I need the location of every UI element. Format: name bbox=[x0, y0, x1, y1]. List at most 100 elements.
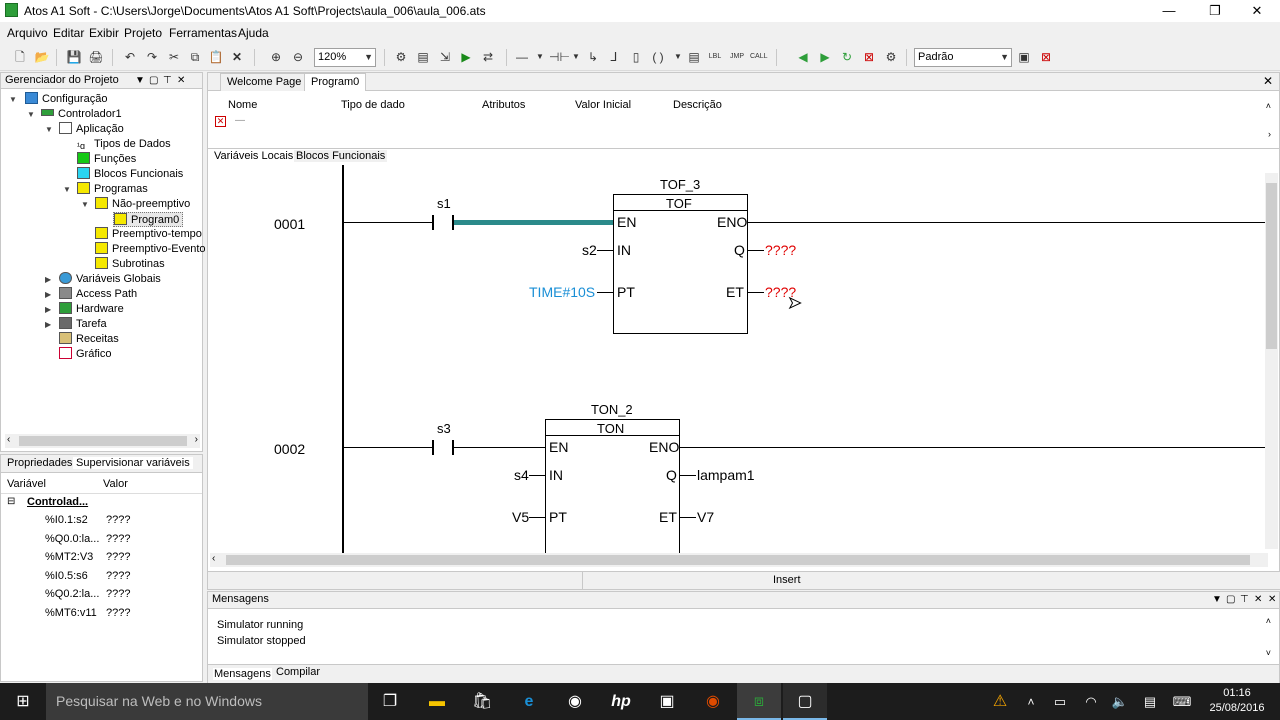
menu-editar[interactable]: Editar bbox=[53, 26, 84, 40]
output-var-q[interactable]: ???? bbox=[765, 242, 796, 258]
scroll-left-icon[interactable]: ‹ bbox=[7, 434, 10, 445]
block-instance-name[interactable]: TOF_3 bbox=[660, 177, 700, 192]
close-button[interactable]: ✕ bbox=[1234, 0, 1280, 22]
project-horizontal-scrollbar[interactable]: ‹ › bbox=[5, 434, 200, 448]
block-instance-name[interactable]: TON_2 bbox=[591, 402, 633, 417]
col-descricao[interactable]: Descrição bbox=[673, 99, 722, 111]
copy-icon[interactable]: ⧉ bbox=[187, 49, 203, 65]
run-icon[interactable]: ▶ bbox=[458, 49, 474, 65]
edge-icon[interactable]: e bbox=[519, 692, 539, 712]
menu-ajuda[interactable]: Ajuda bbox=[238, 26, 269, 40]
wire-dropdown-icon[interactable]: ▼ bbox=[532, 49, 548, 65]
minimize-button[interactable]: — bbox=[1146, 0, 1192, 22]
app-icon-generic[interactable]: ▣ bbox=[657, 692, 677, 712]
watch-variable[interactable]: %I0.5:s6 bbox=[45, 567, 88, 585]
tab-propriedades[interactable]: Propriedades bbox=[7, 457, 72, 469]
redo-icon[interactable]: ↷ bbox=[144, 49, 160, 65]
contact-label[interactable]: s3 bbox=[437, 421, 451, 436]
doc-close-icon[interactable]: ✕ bbox=[1263, 74, 1273, 88]
pane-close-icon[interactable]: ✕ bbox=[177, 73, 185, 88]
scroll-right-icon[interactable]: › bbox=[195, 434, 198, 445]
scroll-thumb[interactable] bbox=[19, 436, 187, 446]
tree-item-controlador1[interactable]: Controlador1 bbox=[41, 107, 122, 122]
contact-label[interactable]: s1 bbox=[437, 196, 451, 211]
label-icon[interactable]: LBL bbox=[707, 49, 723, 65]
tree-item-funcoes[interactable]: Funções bbox=[77, 152, 136, 167]
zoom-select[interactable]: 120% ▼ bbox=[314, 48, 376, 67]
tree-item-receitas[interactable]: Receitas bbox=[59, 332, 119, 347]
input-var-in[interactable]: s2 bbox=[582, 242, 597, 258]
subtab-variaveis-locais[interactable]: Variáveis Locais bbox=[214, 150, 293, 162]
messages-scroll-down-icon[interactable]: ˅ bbox=[1266, 648, 1271, 658]
restore-button[interactable]: ❐ bbox=[1192, 0, 1238, 22]
show-hidden-icons-icon[interactable]: ˄ bbox=[1021, 692, 1041, 712]
tree-item-nao-preemptivo[interactable]: Não-preemptivo bbox=[95, 197, 190, 212]
taskbar-search[interactable]: Pesquisar na Web e no Windows bbox=[46, 683, 368, 720]
watch-variable[interactable]: %I0.1:s2 bbox=[45, 511, 88, 529]
input-var-pt[interactable]: TIME#10S bbox=[529, 284, 595, 300]
layout-save-icon[interactable]: ▣ bbox=[1016, 49, 1032, 65]
output-var-et[interactable]: V7 bbox=[697, 509, 714, 525]
pane-dropdown-icon[interactable]: ▼ bbox=[1212, 592, 1222, 607]
tab-program0[interactable]: Program0 bbox=[304, 73, 367, 91]
watch-variable[interactable]: %MT2:V3 bbox=[45, 548, 93, 566]
stop-icon[interactable]: ⊠ bbox=[861, 49, 877, 65]
expand-icon[interactable]: ▼ bbox=[9, 95, 17, 104]
block-icon[interactable]: ▯ bbox=[628, 49, 644, 65]
delete-variable-icon[interactable]: ✕ bbox=[215, 116, 226, 127]
input-var-pt[interactable]: V5 bbox=[512, 509, 529, 525]
expand-icon[interactable]: ▼ bbox=[27, 110, 35, 119]
delete-icon[interactable]: ✕ bbox=[229, 49, 245, 65]
window-app-icon[interactable]: ▢ bbox=[795, 692, 815, 712]
collapse-icon[interactable]: ▶ bbox=[45, 305, 51, 314]
menu-ferramentas[interactable]: Ferramentas bbox=[169, 26, 237, 40]
download-icon[interactable]: ▤ bbox=[415, 49, 431, 65]
tree-item-tarefa[interactable]: Tarefa bbox=[59, 317, 107, 332]
tree-item-grafico[interactable]: Gráfico bbox=[59, 347, 111, 362]
output-var-q[interactable]: lampam1 bbox=[697, 467, 755, 483]
col-nome[interactable]: Nome bbox=[228, 99, 257, 111]
menu-projeto[interactable]: Projeto bbox=[124, 26, 162, 40]
watch-variable[interactable]: %Q0.2:la... bbox=[45, 585, 99, 603]
watch-value[interactable]: ???? bbox=[106, 511, 130, 529]
contact-icon[interactable]: ⊣⊢ bbox=[549, 49, 570, 65]
wire-icon[interactable]: — bbox=[514, 49, 530, 65]
watch-variable[interactable]: %MT6:v11 bbox=[45, 604, 97, 622]
undo-icon[interactable]: ↶ bbox=[122, 49, 138, 65]
collapse-group-icon[interactable]: ⊟ bbox=[7, 493, 15, 511]
keyboard-icon[interactable]: ⌨ bbox=[1172, 692, 1192, 712]
tab-supervisionar-variaveis[interactable]: Supervisionar variáveis bbox=[73, 457, 193, 469]
expand-icon[interactable]: ▼ bbox=[81, 200, 89, 209]
scroll-thumb[interactable] bbox=[1266, 183, 1277, 349]
menu-arquivo[interactable]: Arquivo bbox=[7, 26, 48, 40]
col-tipo-de-dado[interactable]: Tipo de dado bbox=[341, 99, 405, 111]
tab-compilar[interactable]: Compilar bbox=[276, 666, 320, 678]
coil-icon[interactable]: ( ) bbox=[650, 49, 666, 65]
windows-start-icon[interactable]: ⊞ bbox=[13, 692, 33, 712]
wifi-icon[interactable]: ◠ bbox=[1081, 692, 1101, 712]
col-atributos[interactable]: Atributos bbox=[482, 99, 525, 111]
tree-item-subrotinas[interactable]: Subrotinas bbox=[95, 257, 165, 272]
pane-close-all-icon[interactable]: ✕ bbox=[1268, 592, 1276, 607]
monitor-icon[interactable]: ⇲ bbox=[437, 49, 453, 65]
forward-icon[interactable]: ▶ bbox=[817, 49, 833, 65]
pane-float-icon[interactable]: ▢ bbox=[1226, 592, 1235, 607]
cut-icon[interactable]: ✂ bbox=[166, 49, 182, 65]
paste-icon[interactable]: 📋 bbox=[208, 49, 224, 65]
pane-pin-icon[interactable]: ⊤ bbox=[163, 73, 172, 88]
tree-item-aplicacao[interactable]: Aplicação bbox=[59, 122, 124, 137]
subtab-blocos-funcionais[interactable]: Blocos Funcionais bbox=[294, 150, 388, 162]
tree-item-blocos-funcionais[interactable]: Blocos Funcionais bbox=[77, 167, 183, 182]
tree-item-configuracao[interactable]: Configuração bbox=[25, 92, 107, 107]
save-icon[interactable]: 💾 bbox=[66, 49, 82, 65]
zoom-out-icon[interactable]: ⊖ bbox=[290, 49, 306, 65]
atos-app-icon[interactable]: ⧈ bbox=[749, 692, 769, 712]
jump-icon[interactable]: JMP bbox=[729, 49, 745, 65]
webcam-icon[interactable]: ◉ bbox=[565, 692, 585, 712]
tab-welcome-page[interactable]: Welcome Page bbox=[220, 73, 309, 91]
pane-float-icon[interactable]: ▢ bbox=[149, 73, 158, 88]
refresh-icon[interactable]: ↻ bbox=[839, 49, 855, 65]
volume-icon[interactable]: 🔈 bbox=[1110, 692, 1130, 712]
contact-dropdown-icon[interactable]: ▼ bbox=[568, 49, 584, 65]
zoom-in-icon[interactable]: ⊕ bbox=[268, 49, 284, 65]
